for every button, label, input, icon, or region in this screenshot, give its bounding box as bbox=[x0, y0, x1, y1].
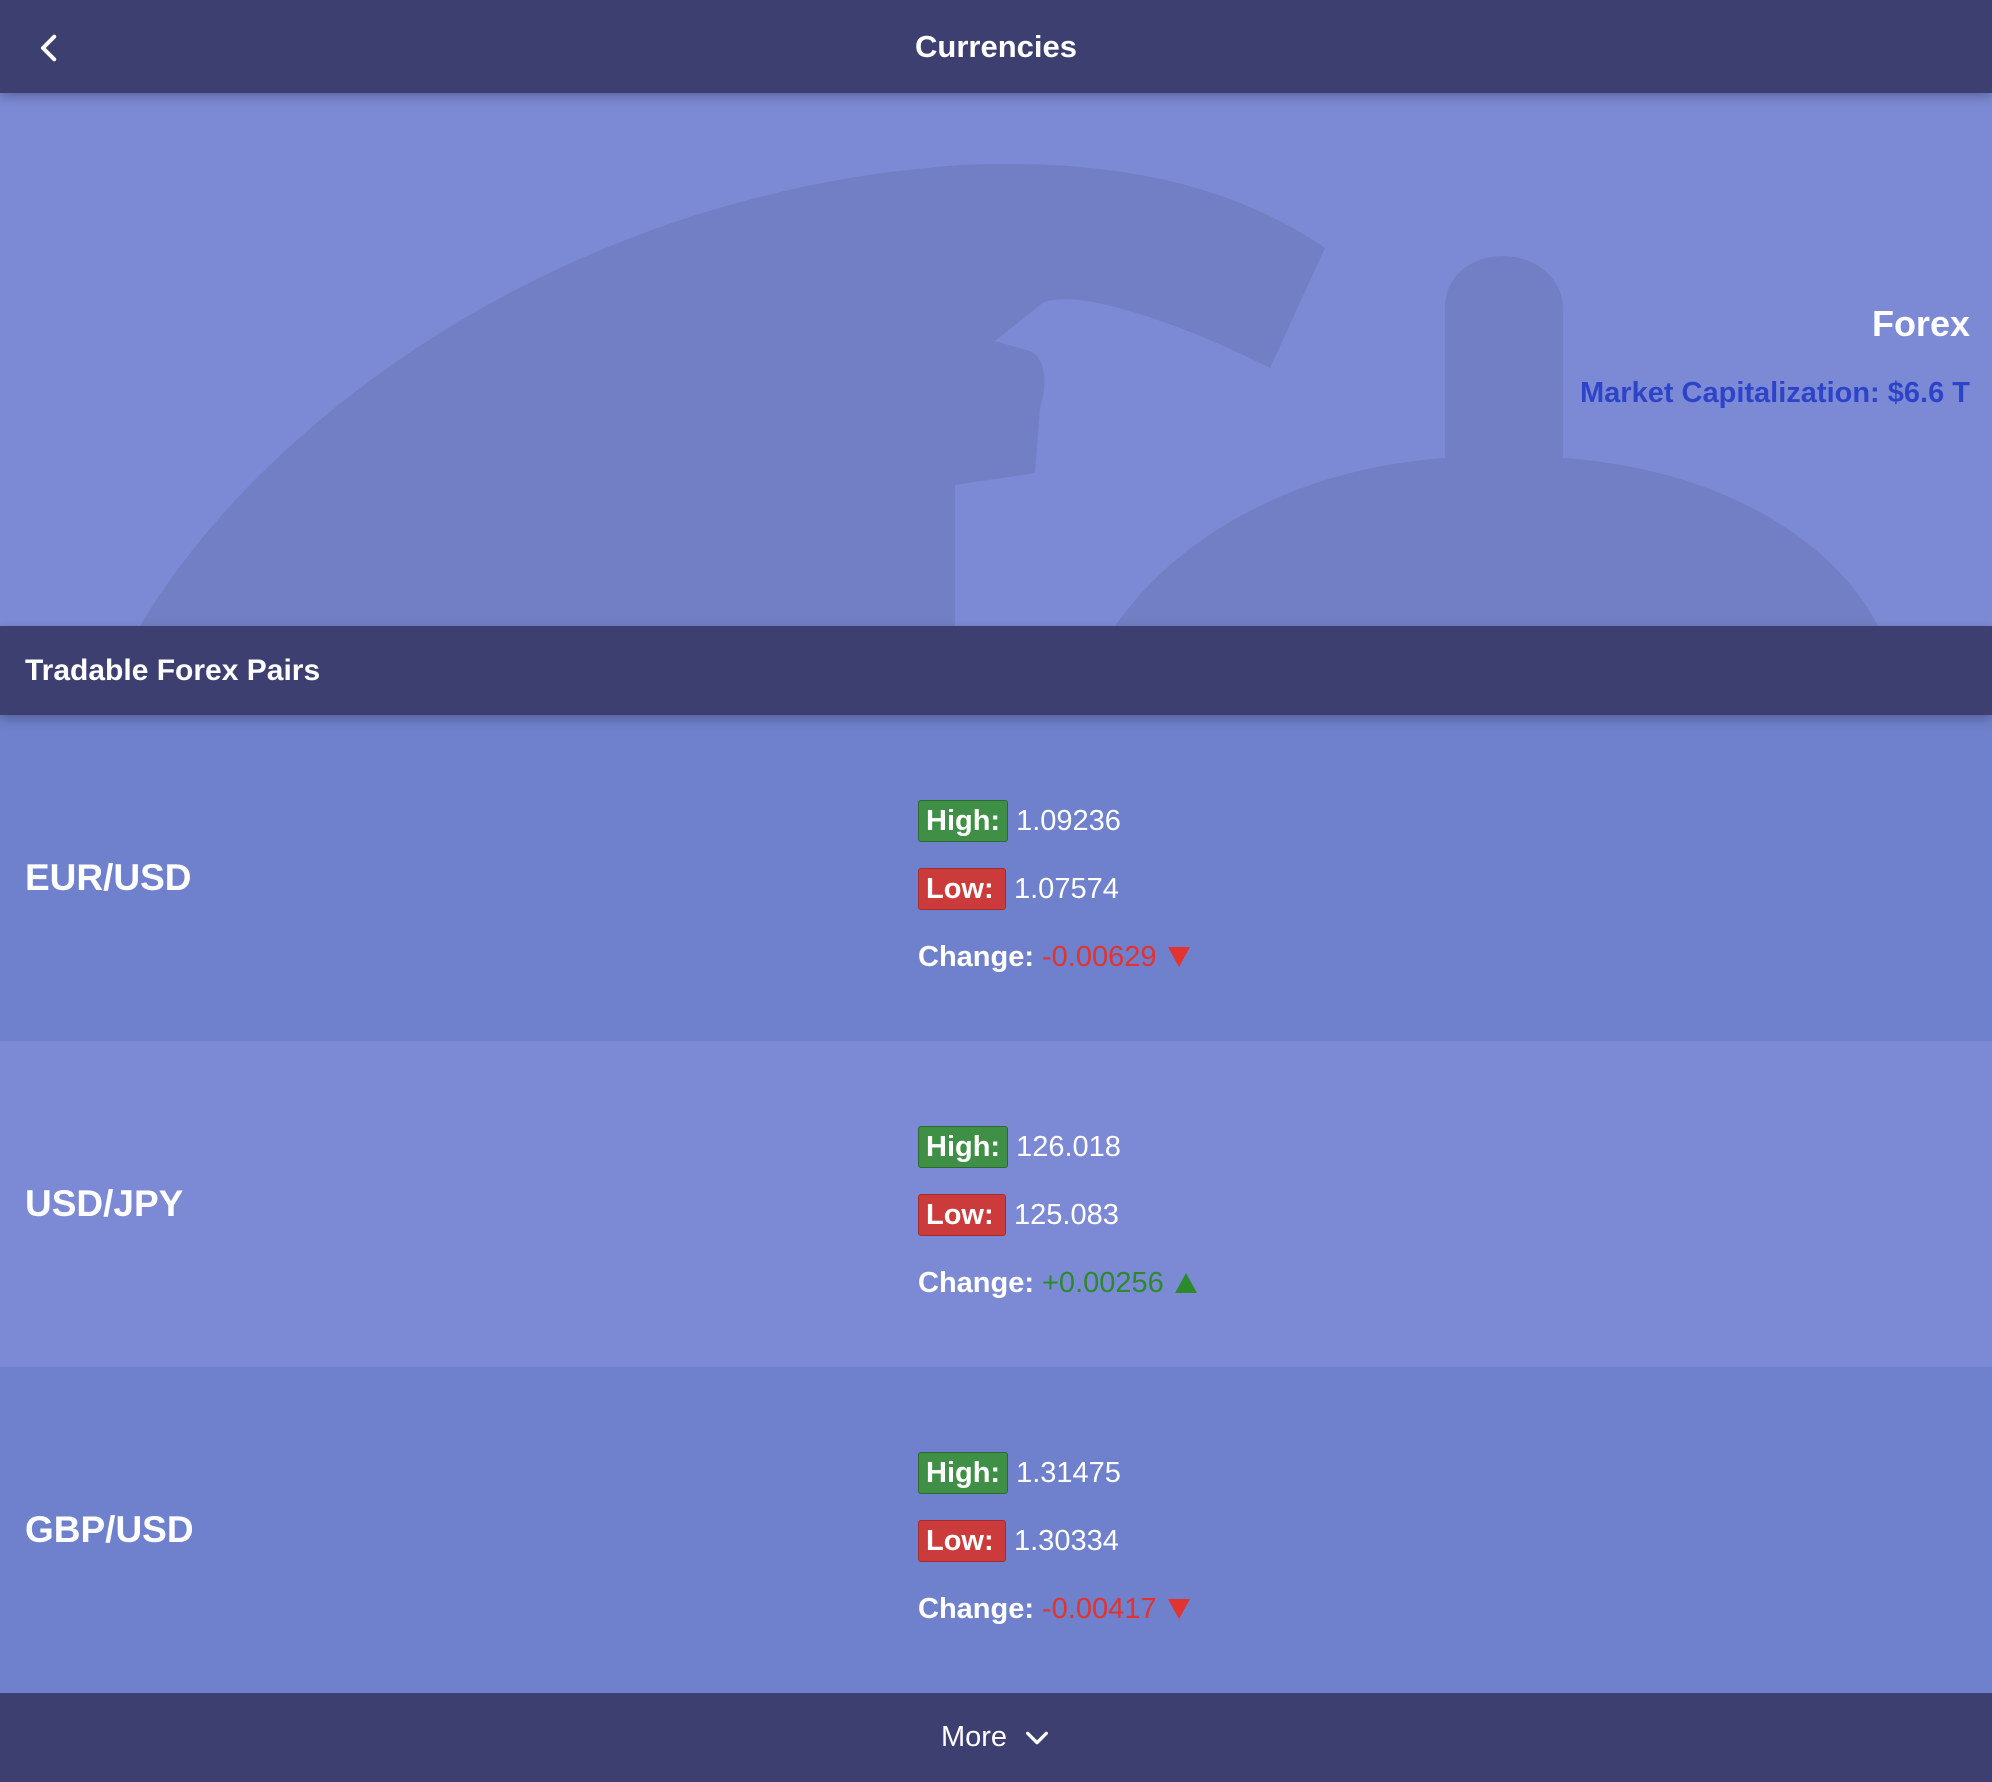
top-app-bar: Currencies bbox=[0, 0, 1992, 93]
change-label: Change: bbox=[918, 1266, 1034, 1299]
forex-pair-row[interactable]: GBP/USD High: 1.31475 Low: 1.30334 Chang… bbox=[0, 1367, 1992, 1693]
pair-stats: High: 1.31475 Low: 1.30334 Change: -0.00… bbox=[918, 1439, 1191, 1643]
triangle-down-icon bbox=[1167, 946, 1191, 968]
change-value: -0.00629 bbox=[1042, 940, 1157, 973]
low-value: 125.083 bbox=[1014, 1198, 1119, 1231]
high-badge: High: bbox=[918, 1452, 1009, 1494]
pair-stats: High: 1.09236 Low: 1.07574 Change: -0.00… bbox=[918, 787, 1191, 991]
high-line: High: 1.09236 bbox=[918, 787, 1191, 855]
low-badge: Low: bbox=[918, 1194, 1006, 1236]
forex-pair-row[interactable]: EUR/USD High: 1.09236 Low: 1.07574 Chang… bbox=[0, 715, 1992, 1041]
chevron-down-icon bbox=[1026, 1731, 1048, 1744]
pair-stats: High: 126.018 Low: 125.083 Change: +0.00… bbox=[918, 1113, 1198, 1317]
low-badge: Low: bbox=[918, 868, 1006, 910]
more-label: More bbox=[940, 1721, 1008, 1753]
currency-exchange-background-icon bbox=[140, 163, 1878, 626]
change-line: Change: -0.00417 bbox=[918, 1575, 1191, 1643]
high-line: High: 126.018 bbox=[918, 1113, 1198, 1181]
low-line: Low: 1.30334 bbox=[918, 1507, 1191, 1575]
pair-name: GBP/USD bbox=[25, 1509, 194, 1550]
low-badge: Low: bbox=[918, 1520, 1006, 1562]
low-line: Low: 1.07574 bbox=[918, 855, 1191, 923]
low-value: 1.30334 bbox=[1014, 1524, 1119, 1557]
currencies-screen: Currencies Forex Market Capitalization: … bbox=[0, 0, 1992, 1782]
low-line: Low: 125.083 bbox=[918, 1181, 1198, 1249]
section-header: Tradable Forex Pairs bbox=[0, 626, 1992, 715]
more-button[interactable]: More bbox=[0, 1693, 1992, 1782]
pair-name: USD/JPY bbox=[25, 1183, 184, 1224]
low-value: 1.07574 bbox=[1014, 872, 1119, 905]
forex-banner: Forex Market Capitalization: $6.6 T bbox=[0, 93, 1992, 626]
high-value: 1.09236 bbox=[1016, 804, 1121, 837]
section-title: Tradable Forex Pairs bbox=[25, 653, 321, 687]
change-line: Change: +0.00256 bbox=[918, 1249, 1198, 1317]
pair-name: EUR/USD bbox=[25, 857, 192, 898]
high-line: High: 1.31475 bbox=[918, 1439, 1191, 1507]
high-badge: High: bbox=[918, 1126, 1009, 1168]
page-title: Currencies bbox=[915, 28, 1077, 64]
change-line: Change: -0.00629 bbox=[918, 923, 1191, 991]
market-title: Forex bbox=[1871, 303, 1970, 344]
high-value: 1.31475 bbox=[1016, 1456, 1121, 1489]
high-value: 126.018 bbox=[1016, 1130, 1121, 1163]
market-capitalization: Market Capitalization: $6.6 T bbox=[1580, 377, 1970, 409]
change-label: Change: bbox=[918, 940, 1034, 973]
change-value: -0.00417 bbox=[1042, 1592, 1157, 1625]
triangle-up-icon bbox=[1174, 1272, 1198, 1294]
change-value: +0.00256 bbox=[1042, 1266, 1164, 1299]
triangle-down-icon bbox=[1167, 1598, 1191, 1620]
forex-pair-row[interactable]: USD/JPY High: 126.018 Low: 125.083 Chang… bbox=[0, 1041, 1992, 1367]
change-label: Change: bbox=[918, 1592, 1034, 1625]
high-badge: High: bbox=[918, 800, 1009, 842]
